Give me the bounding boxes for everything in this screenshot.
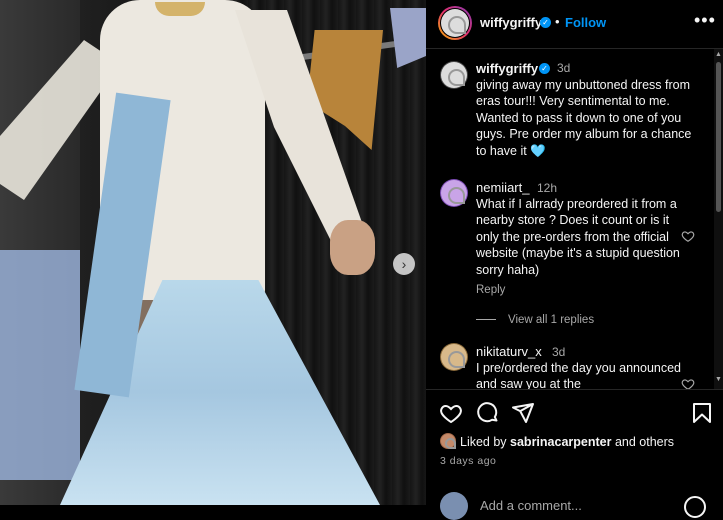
chevron-right-icon: › bbox=[401, 256, 407, 272]
comment-avatar[interactable] bbox=[440, 343, 468, 371]
comment-text: I pre/ordered the day you announced and … bbox=[476, 361, 682, 389]
reply-button[interactable]: Reply bbox=[476, 284, 505, 296]
like-comment-icon[interactable] bbox=[681, 377, 695, 389]
comment-username[interactable]: nikitaturv_x bbox=[476, 344, 542, 359]
caption-username[interactable]: wiffygriffy bbox=[476, 61, 538, 76]
caption-text: giving away my unbuttoned dress from era… bbox=[476, 78, 692, 158]
emoji-icon[interactable] bbox=[684, 496, 706, 518]
author-avatar[interactable] bbox=[438, 6, 472, 40]
comment-icon[interactable] bbox=[476, 401, 500, 425]
chair bbox=[0, 250, 80, 480]
more-icon[interactable]: ••• bbox=[694, 10, 716, 31]
scrollbar-thumb[interactable] bbox=[716, 62, 721, 212]
liked-by-avatar[interactable] bbox=[440, 433, 456, 449]
person-hand bbox=[330, 220, 375, 275]
comment-time: 12h bbox=[537, 181, 558, 195]
necklace bbox=[155, 2, 205, 16]
liked-by-user[interactable]: sabrinacarpenter bbox=[510, 435, 611, 449]
follow-button[interactable]: Follow bbox=[565, 15, 606, 30]
share-icon[interactable] bbox=[511, 401, 535, 425]
author-username[interactable]: wiffygriffy bbox=[480, 15, 542, 30]
caption-avatar[interactable] bbox=[440, 61, 468, 89]
comment-username[interactable]: nemiiart_ bbox=[476, 180, 529, 195]
post-header: wiffygriffy ✓ • Follow ••• bbox=[426, 0, 723, 49]
liked-by-text[interactable]: Liked by sabrinacarpenter and others bbox=[460, 435, 674, 449]
post-actions: Liked by sabrinacarpenter and others 3 d… bbox=[426, 389, 723, 520]
add-comment-input[interactable]: Add a comment... bbox=[480, 498, 582, 513]
scroll-up-icon[interactable]: ▲ bbox=[715, 51, 722, 58]
my-avatar bbox=[440, 492, 468, 520]
separator-dot: • bbox=[555, 14, 560, 29]
scroll-down-icon[interactable]: ▼ bbox=[715, 376, 722, 383]
post-side-panel: wiffygriffy ✓ • Follow ••• wiffygriffy ✓… bbox=[426, 0, 723, 520]
post-time: 3 days ago bbox=[440, 455, 497, 467]
comment-time: 3d bbox=[552, 345, 566, 359]
verified-icon: ✓ bbox=[540, 17, 551, 28]
bookmark-icon[interactable] bbox=[690, 401, 714, 425]
comment-avatar[interactable] bbox=[440, 179, 468, 207]
next-image-button[interactable]: › bbox=[393, 253, 415, 275]
comment-text: What if I alrrady preordered it from a n… bbox=[476, 197, 680, 277]
view-replies-button[interactable]: View all 1 replies bbox=[476, 314, 594, 326]
heart-icon[interactable] bbox=[439, 401, 463, 425]
post-image[interactable]: › bbox=[0, 0, 426, 505]
verified-icon: ✓ bbox=[539, 63, 550, 74]
caption-time: 3d bbox=[557, 61, 571, 75]
comments-list: wiffygriffy ✓ 3d giving away my unbutton… bbox=[426, 49, 723, 389]
like-comment-icon[interactable] bbox=[681, 229, 695, 243]
